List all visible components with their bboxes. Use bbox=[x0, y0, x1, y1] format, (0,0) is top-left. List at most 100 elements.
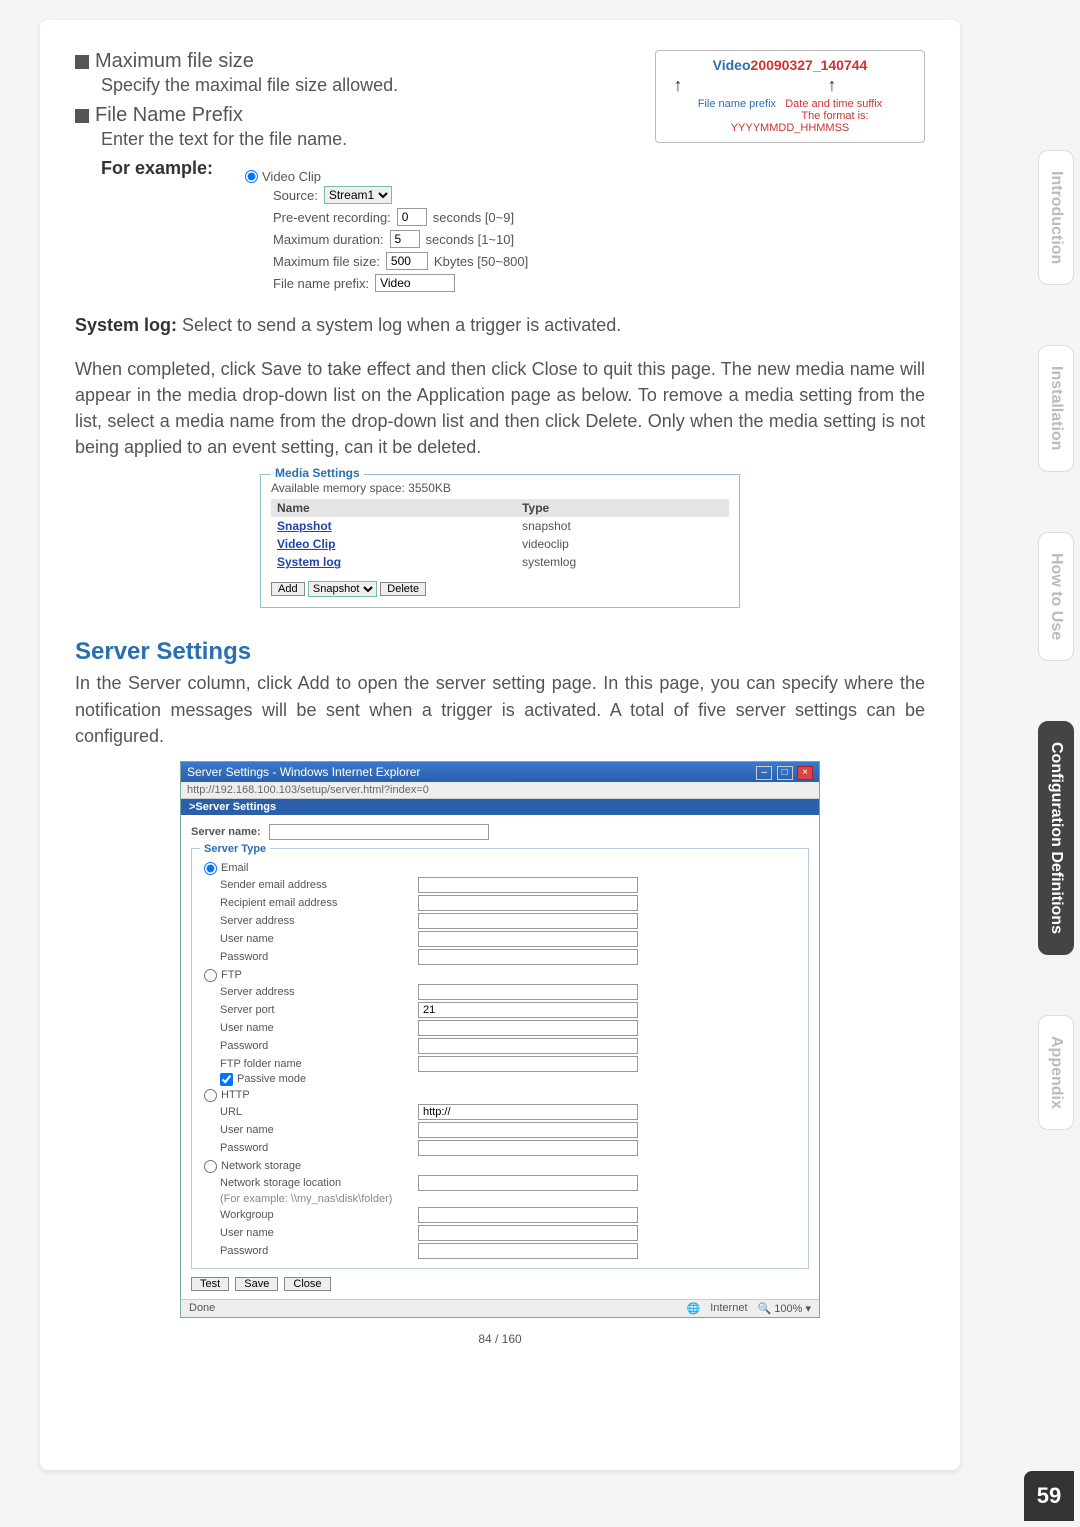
table-row: System log systemlog bbox=[271, 553, 729, 571]
ftp-server-label: Server address bbox=[220, 986, 410, 998]
table-row: Video Clip videoclip bbox=[271, 535, 729, 553]
page-corner-number: 59 bbox=[1024, 1471, 1074, 1521]
server-settings-window: Server Settings - Windows Internet Explo… bbox=[180, 761, 820, 1318]
media-type: systemlog bbox=[516, 553, 729, 571]
available-memory: Available memory space: 3550KB bbox=[271, 481, 729, 495]
ftp-port-input[interactable] bbox=[418, 1002, 638, 1018]
up-arrow-icon: ↑ ↑ bbox=[670, 75, 910, 96]
system-log-text: Select to send a system log when a trigg… bbox=[177, 315, 621, 335]
http-pass-input[interactable] bbox=[418, 1140, 638, 1156]
close-icon[interactable]: × bbox=[797, 766, 813, 780]
email-radio[interactable] bbox=[204, 862, 217, 875]
http-user-label: User name bbox=[220, 1124, 410, 1136]
pre-event-label: Pre-event recording: bbox=[273, 210, 391, 225]
ftp-folder-input[interactable] bbox=[418, 1056, 638, 1072]
col-name-header: Name bbox=[271, 499, 516, 517]
http-url-input[interactable] bbox=[418, 1104, 638, 1120]
max-duration-input[interactable] bbox=[390, 230, 420, 248]
ftp-passive-checkbox[interactable] bbox=[220, 1073, 233, 1086]
pre-event-unit: seconds [0~9] bbox=[433, 210, 514, 225]
server-settings-heading: Server Settings bbox=[75, 638, 925, 666]
media-select[interactable]: Snapshot bbox=[308, 581, 377, 597]
pre-event-input[interactable] bbox=[397, 208, 427, 226]
page-number: 84 / 160 bbox=[75, 1332, 925, 1346]
media-settings-box: Media Settings Available memory space: 3… bbox=[260, 474, 740, 608]
address-bar[interactable]: http://192.168.100.103/setup/server.html… bbox=[181, 782, 819, 799]
ftp-pass-input[interactable] bbox=[418, 1038, 638, 1054]
http-radio[interactable] bbox=[204, 1089, 217, 1102]
http-url-label: URL bbox=[220, 1106, 410, 1118]
save-button[interactable]: Save bbox=[235, 1277, 278, 1291]
prefix-example-box: Video20090327_140744 ↑ ↑ File name prefi… bbox=[655, 50, 925, 143]
file-name-prefix-desc: Enter the text for the file name. bbox=[101, 129, 398, 150]
ftp-server-input[interactable] bbox=[418, 984, 638, 1000]
tab-installation[interactable]: Installation bbox=[1038, 345, 1074, 471]
ftp-passive-label: Passive mode bbox=[237, 1073, 306, 1085]
bullet-icon bbox=[75, 55, 89, 69]
close-button[interactable]: Close bbox=[284, 1277, 330, 1291]
ftp-user-input[interactable] bbox=[418, 1020, 638, 1036]
server-name-input[interactable] bbox=[269, 824, 489, 840]
maximize-icon[interactable]: □ bbox=[777, 766, 793, 780]
netstorage-user-input[interactable] bbox=[418, 1225, 638, 1241]
media-type: snapshot bbox=[516, 517, 729, 535]
server-type-legend: Server Type bbox=[200, 843, 270, 855]
email-sender-input[interactable] bbox=[418, 877, 638, 893]
max-duration-unit: seconds [1~10] bbox=[426, 232, 515, 247]
fileprefix-label: File name prefix: bbox=[273, 276, 369, 291]
status-done: Done bbox=[189, 1302, 215, 1315]
ftp-pass-label: Password bbox=[220, 1040, 410, 1052]
status-internet: Internet bbox=[710, 1302, 747, 1314]
server-name-label: Server name: bbox=[191, 826, 261, 838]
max-filesize-input[interactable] bbox=[386, 252, 428, 270]
media-type: videoclip bbox=[516, 535, 729, 553]
http-user-input[interactable] bbox=[418, 1122, 638, 1138]
system-log-label: System log: bbox=[75, 315, 177, 335]
col-type-header: Type bbox=[516, 499, 729, 517]
netstorage-pass-input[interactable] bbox=[418, 1243, 638, 1259]
file-name-prefix-title: File Name Prefix bbox=[95, 104, 243, 126]
tab-appendix[interactable]: Appendix bbox=[1038, 1015, 1074, 1130]
netstorage-workgroup-input[interactable] bbox=[418, 1207, 638, 1223]
delete-button[interactable]: Delete bbox=[380, 582, 426, 596]
ftp-user-label: User name bbox=[220, 1022, 410, 1034]
netstorage-workgroup-label: Workgroup bbox=[220, 1209, 410, 1221]
email-user-label: User name bbox=[220, 933, 410, 945]
netstorage-user-label: User name bbox=[220, 1227, 410, 1239]
test-button[interactable]: Test bbox=[191, 1277, 229, 1291]
media-link-videoclip[interactable]: Video Clip bbox=[271, 535, 516, 553]
email-recipient-label: Recipient email address bbox=[220, 897, 410, 909]
source-select[interactable]: Stream1 bbox=[324, 186, 392, 204]
email-server-input[interactable] bbox=[418, 913, 638, 929]
email-radio-label: Email bbox=[221, 862, 249, 874]
video-clip-settings: Video Clip Source: Stream1 Pre-event rec… bbox=[245, 169, 715, 294]
section-bar: >Server Settings bbox=[181, 799, 819, 815]
ftp-port-label: Server port bbox=[220, 1004, 410, 1016]
prefix-right-label2: The format is: YYYYMMDD_HHMMSS bbox=[731, 110, 869, 134]
prefix-right-label1: Date and time suffix bbox=[785, 98, 882, 110]
fileprefix-input[interactable] bbox=[375, 274, 455, 292]
media-paragraph: When completed, click Save to take effec… bbox=[75, 356, 925, 460]
add-button[interactable]: Add bbox=[271, 582, 305, 596]
netstorage-radio[interactable] bbox=[204, 1160, 217, 1173]
max-file-size-desc: Specify the maximal file size allowed. bbox=[101, 75, 398, 96]
minimize-icon[interactable]: – bbox=[756, 766, 772, 780]
email-pass-input[interactable] bbox=[418, 949, 638, 965]
media-link-snapshot[interactable]: Snapshot bbox=[271, 517, 516, 535]
email-pass-label: Password bbox=[220, 951, 410, 963]
media-link-systemlog[interactable]: System log bbox=[271, 553, 516, 571]
tab-how-to-use[interactable]: How to Use bbox=[1038, 532, 1074, 661]
globe-icon: 🌐 bbox=[687, 1302, 701, 1315]
tab-introduction[interactable]: Introduction bbox=[1038, 150, 1074, 285]
bullet-icon bbox=[75, 109, 89, 123]
ftp-folder-label: FTP folder name bbox=[220, 1058, 410, 1070]
email-user-input[interactable] bbox=[418, 931, 638, 947]
ftp-radio[interactable] bbox=[204, 969, 217, 982]
window-title: Server Settings - Windows Internet Explo… bbox=[187, 765, 420, 779]
email-recipient-input[interactable] bbox=[418, 895, 638, 911]
video-clip-radio[interactable] bbox=[245, 170, 258, 183]
ftp-radio-label: FTP bbox=[221, 969, 242, 981]
prefix-video-word: Video bbox=[713, 57, 751, 73]
netstorage-loc-input[interactable] bbox=[418, 1175, 638, 1191]
tab-configuration[interactable]: Configuration Definitions bbox=[1038, 721, 1074, 955]
